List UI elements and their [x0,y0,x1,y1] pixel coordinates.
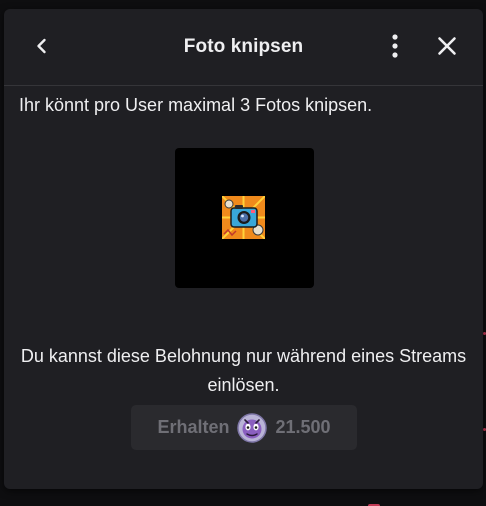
close-icon [438,37,456,55]
channel-points-icon [237,412,268,443]
reward-description: Ihr könnt pro User maximal 3 Fotos knips… [19,95,373,115]
redeem-cost: 21.500 [275,417,331,437]
camera-comic-icon [222,196,265,239]
redeem-label: Erhalten [157,417,230,437]
reward-image [175,148,314,288]
more-vertical-icon [392,34,398,58]
close-button[interactable] [429,28,465,64]
stage: Foto knipsen Ihr könnt pro User maximal … [0,0,486,506]
redeem-button[interactable]: Erhalten 21.500 [131,405,357,450]
more-options-button[interactable] [377,28,413,64]
reward-dialog: Foto knipsen Ihr könnt pro User maximal … [4,9,483,489]
dialog-header: Foto knipsen [4,9,483,86]
stream-only-note: Du kannst diese Belohnung nur während ei… [20,346,467,395]
